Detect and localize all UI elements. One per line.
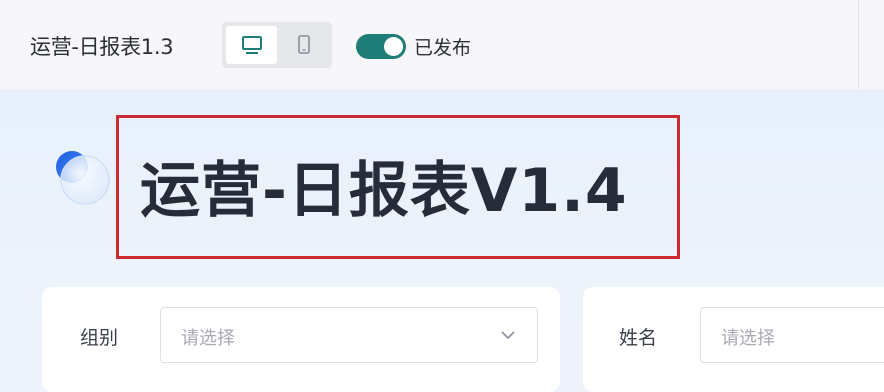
app-title: 运营-日报表1.3 — [30, 35, 174, 59]
publish-switch[interactable] — [356, 34, 406, 59]
publish-status-label: 已发布 — [414, 37, 472, 59]
desktop-icon — [241, 36, 262, 54]
desktop-preview-button[interactable] — [226, 26, 277, 64]
page-title: 运营-日报表V1.4 — [140, 156, 628, 226]
name-select[interactable]: 请选择 — [700, 307, 884, 363]
filter-card-group: 组别 请选择 — [42, 287, 560, 392]
top-toolbar: 运营-日报表1.3 已发布 — [0, 0, 884, 91]
group-select[interactable]: 请选择 — [160, 307, 538, 363]
device-preview-toggle — [222, 22, 332, 68]
mobile-icon — [297, 35, 310, 54]
logo-icon — [56, 151, 110, 205]
filter-card-name: 姓名 请选择 — [583, 287, 884, 392]
divider — [858, 0, 859, 90]
filter-label-group: 组别 — [80, 327, 119, 349]
chevron-down-icon — [501, 331, 515, 340]
filter-label-name: 姓名 — [619, 327, 658, 349]
group-select-placeholder: 请选择 — [181, 328, 235, 349]
switch-knob — [384, 37, 403, 56]
name-select-placeholder: 请选择 — [721, 328, 775, 349]
mobile-preview-button[interactable] — [278, 26, 329, 64]
